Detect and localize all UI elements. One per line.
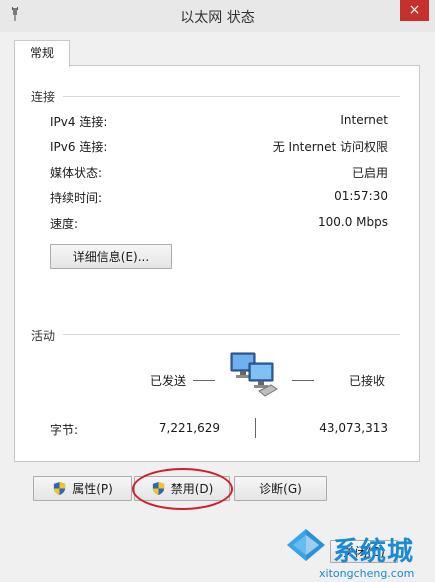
- received-label: 已接收: [349, 374, 386, 388]
- window-title: 以太网 状态: [180, 10, 255, 26]
- ipv6-connectivity-label: IPv6 连接:: [50, 140, 108, 154]
- close-window-button[interactable]: ×: [400, 0, 429, 21]
- title-bar[interactable]: 以太网 状态 ×: [0, 0, 435, 32]
- uac-shield-icon: [152, 481, 164, 496]
- tab-bar: 常规: [14, 38, 422, 67]
- general-tab-panel: 连接 IPv4 连接: Internet IPv6 连接: 无 Internet…: [14, 65, 420, 462]
- duration-value: 01:57:30: [334, 189, 388, 203]
- diagnose-button[interactable]: 诊断(G): [234, 476, 327, 501]
- sent-dash-line: [193, 380, 215, 381]
- properties-button-label: 属性(P): [72, 482, 113, 496]
- tab-general[interactable]: 常规: [14, 40, 70, 67]
- disable-button-label: 禁用(D): [170, 482, 214, 496]
- connection-section-title: 连接: [31, 90, 56, 104]
- bytes-sent-value: 7,221,629: [158, 421, 220, 435]
- activity-section-divider: [63, 334, 400, 335]
- ethernet-status-window: 以太网 状态 × 常规 连接 IPv4 连接: Internet IPv6 连接…: [0, 0, 435, 582]
- ipv4-connectivity-label: IPv4 连接:: [50, 115, 108, 129]
- sent-label: 已发送: [150, 374, 187, 388]
- duration-label: 持续时间:: [50, 191, 103, 205]
- network-computers-icon: [230, 352, 278, 397]
- uac-shield-icon: [54, 481, 66, 496]
- details-button[interactable]: 详细信息(E)...: [50, 244, 172, 269]
- ipv6-connectivity-value: 无 Internet 访问权限: [272, 140, 388, 154]
- bytes-received-value: 43,073,313: [319, 421, 388, 435]
- activity-section-title: 活动: [31, 329, 56, 343]
- speed-value: 100.0 Mbps: [317, 215, 388, 229]
- windows-logo-icon: [287, 529, 325, 561]
- watermark-domain: xitongcheng.com: [319, 567, 415, 580]
- bytes-separator: [255, 418, 256, 438]
- received-dash-line: [292, 380, 314, 381]
- speed-label: 速度:: [50, 217, 79, 231]
- media-state-label: 媒体状态:: [50, 166, 103, 180]
- watermark-brand: 系统城: [333, 537, 415, 567]
- connection-section-divider: [63, 96, 400, 97]
- bytes-label: 字节:: [50, 423, 79, 437]
- disable-button[interactable]: 禁用(D): [134, 476, 230, 501]
- properties-button[interactable]: 属性(P): [33, 476, 132, 501]
- watermark: 系统城 xitongcheng.com: [281, 525, 435, 582]
- media-state-value: 已启用: [351, 166, 388, 180]
- ipv4-connectivity-value: Internet: [340, 113, 388, 127]
